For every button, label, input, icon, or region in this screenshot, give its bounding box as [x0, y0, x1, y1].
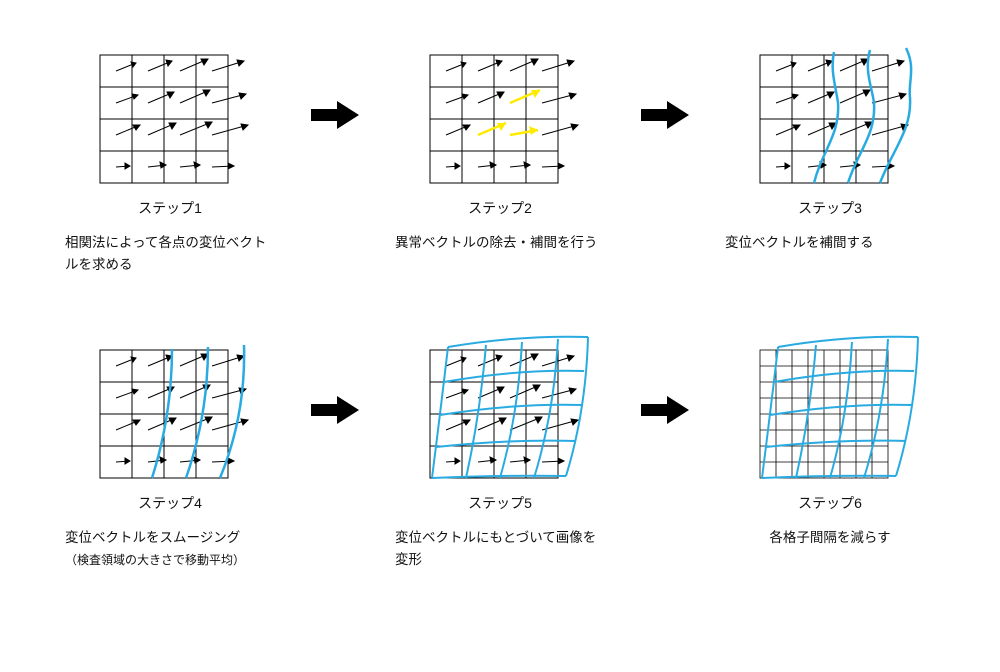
step-6: ステップ6 各格子間隔を減らす: [720, 335, 940, 549]
step-4-label: ステップ4: [138, 493, 202, 513]
flow-arrow-icon: [635, 40, 695, 190]
panel-step-4: [80, 335, 260, 485]
step-5: ステップ5 変位ベクトルにもとづいて画像を変形: [390, 335, 610, 570]
panel-step-1: [80, 40, 260, 190]
step-4: ステップ4 変位ベクトルをスムージング （検査領域の大きさで移動平均）: [60, 335, 280, 570]
step-6-label: ステップ6: [798, 493, 862, 513]
panel-step-6: [740, 335, 920, 485]
step-1: ステップ1 相関法によって各点の変位ベクトルを求める: [60, 40, 280, 275]
flow-arrow-icon: [635, 335, 695, 485]
step-5-desc: 変位ベクトルにもとづいて画像を変形: [395, 527, 605, 570]
step-2: ステップ2 異常ベクトルの除去・補間を行う: [390, 40, 610, 254]
panel-step-3: [740, 40, 920, 190]
step-4-desc-main: 変位ベクトルをスムージング: [65, 530, 240, 545]
step-3-desc: 変位ベクトルを補間する: [725, 232, 935, 254]
step-2-desc: 異常ベクトルの除去・補間を行う: [395, 232, 605, 254]
panel-step-5: [410, 335, 590, 485]
flow-arrow-icon: [305, 40, 365, 190]
flow-arrow-icon: [305, 335, 365, 485]
step-6-desc: 各格子間隔を減らす: [725, 527, 935, 549]
step-4-desc: 変位ベクトルをスムージング （検査領域の大きさで移動平均）: [65, 527, 275, 570]
step-1-label: ステップ1: [138, 198, 202, 218]
row-1: ステップ1 相関法によって各点の変位ベクトルを求める: [60, 40, 940, 275]
panel-step-2: [410, 40, 590, 190]
row-2: ステップ4 変位ベクトルをスムージング （検査領域の大きさで移動平均）: [60, 335, 940, 570]
step-1-desc: 相関法によって各点の変位ベクトルを求める: [65, 232, 275, 275]
step-5-label: ステップ5: [468, 493, 532, 513]
step-2-label: ステップ2: [468, 198, 532, 218]
step-4-desc-sub: （検査領域の大きさで移動平均）: [65, 553, 245, 567]
step-3: ステップ3 変位ベクトルを補間する: [720, 40, 940, 254]
step-3-label: ステップ3: [798, 198, 862, 218]
